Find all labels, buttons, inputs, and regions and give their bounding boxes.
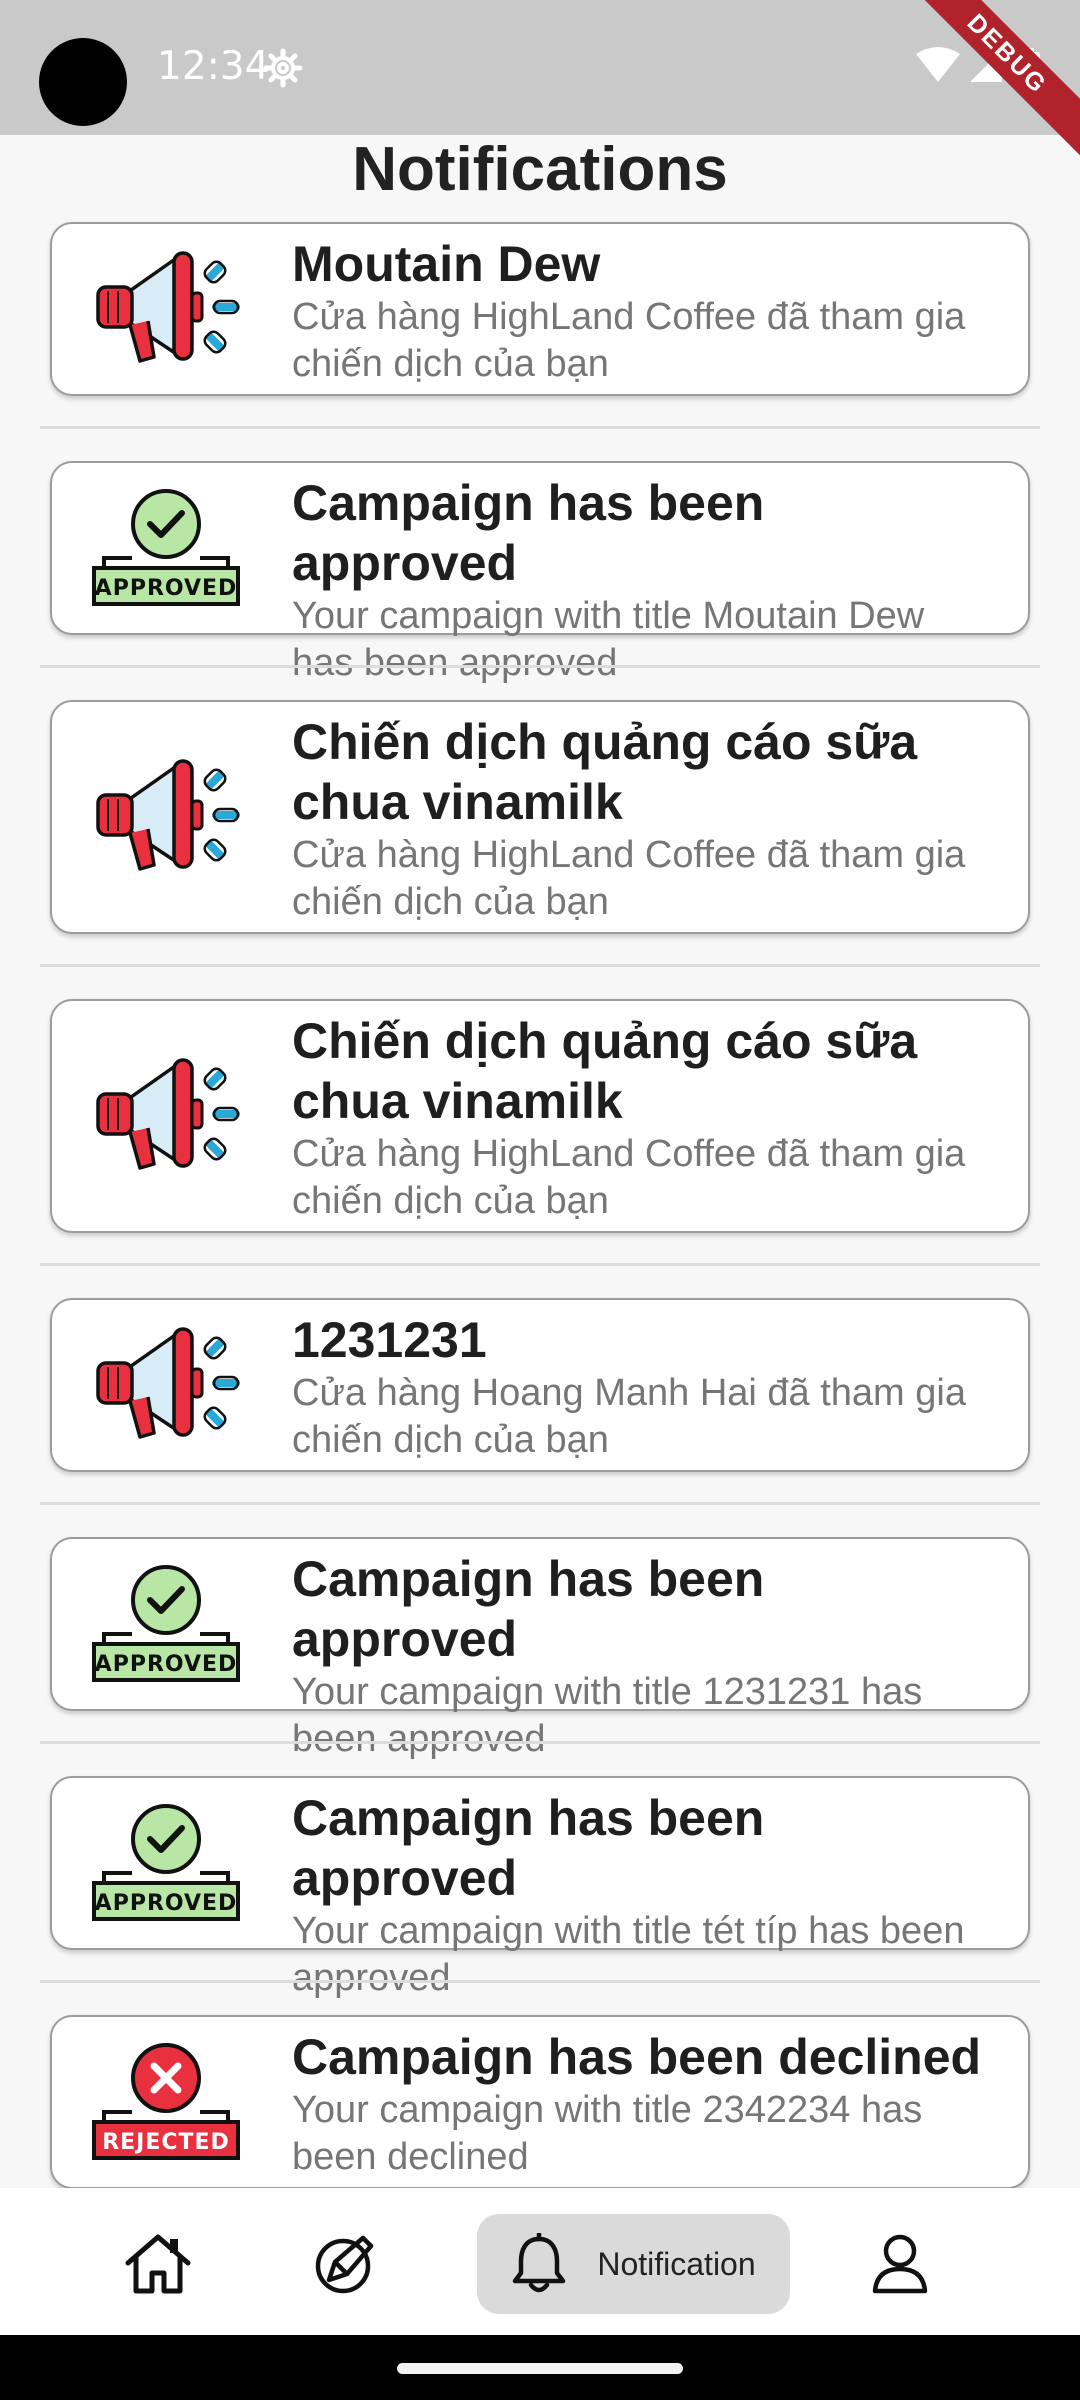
- approved-badge-icon: APPROVED: [90, 1797, 242, 1929]
- notification-text: Moutain Dew Cửa hàng HighLand Coffee đã t…: [292, 234, 988, 388]
- notification-message: Cửa hàng HighLand Coffee đã tham gia chi…: [292, 1133, 966, 1222]
- notification-text: 1231231 Cửa hàng Hoang Manh Hai đã tham g…: [292, 1310, 988, 1464]
- notification-text: Campaign has been declined Your campaign …: [292, 2027, 988, 2181]
- notification-title: Chiến dịch quảng cáo sữa chua vinamilk: [292, 714, 918, 830]
- approved-badge-icon: APPROVED: [90, 482, 242, 614]
- megaphone-icon: [90, 751, 242, 883]
- nav-notification-button[interactable]: Notification: [477, 2214, 790, 2314]
- svg-text:APPROVED: APPROVED: [95, 1652, 238, 1677]
- profile-icon: [872, 2234, 928, 2294]
- notification-message: Your campaign with title Moutain Dew has…: [292, 595, 925, 684]
- notification-card[interactable]: APPROVED Campaign has been approved Your …: [50, 461, 1030, 684]
- rejected-badge-icon: REJECTED: [90, 2036, 242, 2168]
- nav-profile-button[interactable]: [850, 2214, 950, 2314]
- notification-title: Campaign has been declined: [292, 2029, 982, 2085]
- notification-title: 1231231: [292, 1312, 487, 1368]
- page-title: Notifications: [352, 135, 728, 204]
- notification-message: Your campaign with title 1231231 has bee…: [292, 1671, 923, 1760]
- notification-card[interactable]: REJECTED Campaign has been declined Your …: [50, 2015, 1030, 2188]
- svg-text:APPROVED: APPROVED: [95, 1891, 238, 1916]
- list-divider: [40, 1502, 1040, 1505]
- notification-text: Chiến dịch quảng cáo sữa chua vinamilk Cử…: [292, 1011, 988, 1225]
- notification-card[interactable]: Chiến dịch quảng cáo sữa chua vinamilk Cử…: [50, 700, 1030, 934]
- megaphone-icon: [90, 1319, 242, 1451]
- notification-message: Cửa hàng HighLand Coffee đã tham gia chi…: [292, 834, 966, 923]
- notification-title: Campaign has been approved: [292, 1551, 765, 1667]
- status-time: 12:34: [157, 44, 270, 89]
- gesture-home-handle[interactable]: [397, 2363, 683, 2374]
- svg-text:APPROVED: APPROVED: [95, 576, 238, 601]
- bottom-navigation-bar: Notification: [0, 2188, 1080, 2335]
- list-divider: [40, 665, 1040, 668]
- notification-message: Cửa hàng Hoang Manh Hai đã tham gia chiế…: [292, 1372, 966, 1461]
- wifi-icon: [916, 47, 960, 82]
- campaign-icon: [315, 2235, 374, 2294]
- list-divider: [40, 426, 1040, 429]
- notification-card[interactable]: APPROVED Campaign has been approved Your …: [50, 1537, 1030, 1760]
- system-navigation-bar: [0, 2335, 1080, 2400]
- nav-campaign-button[interactable]: [295, 2214, 395, 2314]
- notification-card[interactable]: Moutain Dew Cửa hàng HighLand Coffee đã t…: [50, 222, 1030, 396]
- nav-home-button[interactable]: [108, 2214, 208, 2314]
- home-icon: [125, 2234, 191, 2294]
- notification-title: Moutain Dew: [292, 236, 601, 292]
- status-bar: 12:34 DEBUG: [0, 0, 1080, 164]
- notification-message: Your campaign with title 2342234 has bee…: [292, 2089, 923, 2178]
- approved-badge-icon: APPROVED: [90, 1558, 242, 1690]
- bell-icon: [513, 2233, 566, 2293]
- notification-text: Chiến dịch quảng cáo sữa chua vinamilk Cử…: [292, 712, 988, 926]
- notification-title: Campaign has been approved: [292, 1790, 765, 1906]
- megaphone-icon: [90, 243, 242, 375]
- nav-notification-label: Notification: [597, 2245, 756, 2282]
- list-divider: [40, 964, 1040, 967]
- notification-list[interactable]: Moutain Dew Cửa hàng HighLand Coffee đã t…: [40, 220, 1040, 2188]
- notification-card[interactable]: 1231231 Cửa hàng Hoang Manh Hai đã tham g…: [50, 1298, 1030, 1472]
- notification-message: Cửa hàng HighLand Coffee đã tham gia chi…: [292, 296, 966, 385]
- svg-text:REJECTED: REJECTED: [102, 2130, 230, 2155]
- notification-text: Campaign has been approved Your campaign …: [292, 1549, 988, 1763]
- list-divider: [40, 1741, 1040, 1744]
- notification-text: Campaign has been approved Your campaign …: [292, 473, 988, 687]
- notification-text: Campaign has been approved Your campaign …: [292, 1788, 988, 2002]
- camera-cutout: [39, 38, 127, 126]
- list-divider: [40, 1263, 1040, 1266]
- notification-title: Campaign has been approved: [292, 475, 765, 591]
- notification-card[interactable]: APPROVED Campaign has been approved Your …: [50, 1776, 1030, 1999]
- settings-icon: [263, 48, 303, 88]
- megaphone-icon: [90, 1050, 242, 1182]
- notification-card[interactable]: Chiến dịch quảng cáo sữa chua vinamilk Cử…: [50, 999, 1030, 1233]
- list-divider: [40, 1980, 1040, 1983]
- notification-message: Your campaign with title tét típ has bee…: [292, 1910, 965, 1999]
- notification-title: Chiến dịch quảng cáo sữa chua vinamilk: [292, 1013, 918, 1129]
